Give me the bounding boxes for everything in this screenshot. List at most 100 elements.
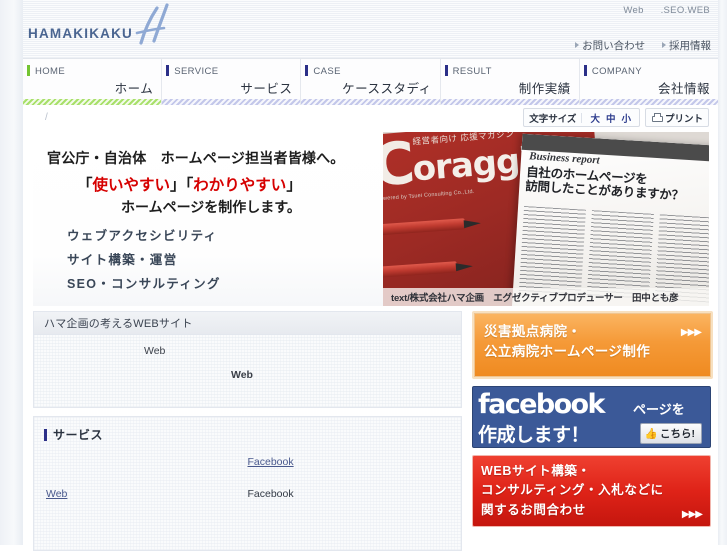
nav-item-company-ja: 会社情報 bbox=[658, 82, 711, 96]
page-sheet: HAMAKIKAKU Web .SEO.WEB お問い合わせ 採用情報 HOME… bbox=[23, 0, 719, 552]
hero-quote-open: 「 bbox=[77, 177, 93, 194]
banner-hospital-text: 災害拠点病院・ 公立病院ホームページ制作 bbox=[484, 322, 650, 363]
hero-line-2: 「使いやすい」「わかりやすい」 bbox=[77, 173, 302, 195]
logo-text: HAMAKIKAKU bbox=[28, 25, 133, 41]
nav-accent-bar bbox=[166, 65, 170, 76]
header-link-recruit[interactable]: 採用情報 bbox=[662, 40, 711, 52]
nav-item-result-ja: 制作実績 bbox=[518, 82, 571, 96]
header-links: お問い合わせ 採用情報 bbox=[561, 38, 711, 53]
site-logo[interactable]: HAMAKIKAKU bbox=[28, 3, 177, 50]
triple-arrow-icon: ▶▶▶ bbox=[681, 509, 703, 520]
nav-item-home-en: HOME bbox=[35, 66, 66, 77]
nav-item-service[interactable]: SERVICE サービス bbox=[162, 59, 302, 106]
service-link-facebook[interactable]: Facebook bbox=[248, 455, 300, 471]
nav-item-company-en: COMPANY bbox=[591, 66, 642, 77]
service-link-column-right: Facebook Facebook bbox=[248, 455, 450, 550]
list-item: Facebook bbox=[248, 455, 450, 471]
page-right-gutter bbox=[718, 0, 727, 545]
banner-web-inquiry-line-1: WEBサイト構築・ bbox=[481, 464, 591, 478]
banner-hospital-line-1: 災害拠点病院・ bbox=[484, 324, 582, 339]
panel-service: サービス Web Facebook Facebook bbox=[33, 416, 462, 552]
service-link-grid: Web Facebook Facebook bbox=[34, 451, 461, 550]
triangle-right-icon bbox=[575, 42, 580, 48]
hero-quote-mid: 」「 bbox=[170, 177, 194, 194]
list-item bbox=[248, 519, 450, 535]
nav-item-company[interactable]: COMPANY 会社情報 bbox=[579, 59, 719, 106]
nav-item-case[interactable]: CASE ケーススタディ bbox=[301, 59, 441, 106]
service-link-web[interactable]: Web bbox=[46, 487, 98, 503]
hero-highlight-2: わかりやすい bbox=[193, 177, 287, 194]
printer-icon bbox=[651, 113, 663, 122]
banner-web-inquiry[interactable]: WEBサイト構築・ コンサルティング・入札などに 関するお問合わせ ▶▶▶ bbox=[472, 455, 711, 527]
header-link-contact-label: お問い合わせ bbox=[582, 40, 646, 52]
magazine-page-white: Business report 自社のホームページを 訪問したことがありますか？ bbox=[511, 133, 709, 306]
banner-facebook[interactable]: facebook ページを 作成します！ 👍 こちら! bbox=[472, 386, 711, 448]
nav-item-home-ja: ホーム bbox=[114, 82, 154, 96]
hero-bullet-3: SEO・コンサルティング bbox=[67, 277, 221, 291]
global-navigation: HOME ホーム SERVICE サービス CASE ケーススタディ RESUL… bbox=[23, 58, 719, 106]
panel-web-site-concept: ハマ企画の考えるWEBサイト Web Web bbox=[33, 311, 462, 408]
header-utility-text: Web .SEO.WEB bbox=[609, 5, 710, 16]
hero-line-3: ホームページを制作します。 bbox=[121, 201, 301, 216]
nav-accent-bar bbox=[583, 65, 587, 76]
hero-quote-close: 」 bbox=[286, 177, 302, 194]
header-link-recruit-label: 採用情報 bbox=[669, 40, 711, 52]
banner-facebook-line-2: 作成します！ bbox=[478, 425, 590, 446]
main-left-column: ハマ企画の考えるWEBサイト Web Web サービス Web Facebook… bbox=[33, 311, 462, 559]
hero-bullet-1: ウェブアクセシビリティ bbox=[67, 229, 218, 243]
list-item bbox=[46, 455, 248, 471]
report-column bbox=[518, 205, 587, 295]
service-section-title: サービス bbox=[34, 417, 461, 451]
header-link-contact[interactable]: お問い合わせ bbox=[575, 40, 645, 52]
banner-hospital[interactable]: 災害拠点病院・ 公立病院ホームページ制作 ▶▶▶ bbox=[472, 311, 713, 379]
breadcrumb: / bbox=[45, 112, 48, 123]
page-root: HAMAKIKAKU Web .SEO.WEB お問い合わせ 採用情報 HOME… bbox=[0, 0, 727, 552]
nav-item-case-ja: ケーススタディ bbox=[342, 82, 432, 96]
header-utility-item-1: Web bbox=[623, 5, 644, 16]
font-size-label: 文字サイズ bbox=[529, 113, 577, 125]
panel-title: ハマ企画の考えるWEBサイト bbox=[34, 312, 461, 335]
hero-photo: C 経営者向け 応援マガジン oraggio!! Powered by Tsue… bbox=[383, 132, 709, 306]
header-utility-item-2: .SEO.WEB bbox=[660, 5, 710, 16]
print-button[interactable]: プリント bbox=[644, 108, 709, 127]
hero-text-block: 官公庁・自治体 ホームページ担当者皆様へ。 「使いやすい」「わかりやすい」 ホー… bbox=[33, 132, 385, 306]
page-left-gutter bbox=[0, 0, 23, 545]
banner-facebook-cta-label: こちら! bbox=[660, 428, 695, 440]
nav-accent-bar bbox=[444, 65, 448, 76]
panel-body: Web Web bbox=[34, 335, 461, 407]
font-size-medium-button[interactable]: 中 bbox=[606, 111, 616, 125]
nav-item-service-en: SERVICE bbox=[174, 66, 219, 77]
hero-banner[interactable]: 官公庁・自治体 ホームページ担当者皆様へ。 「使いやすい」「わかりやすい」 ホー… bbox=[33, 132, 709, 306]
triple-arrow-icon: ▶▶▶ bbox=[680, 327, 702, 338]
thumbs-up-icon: 👍 bbox=[644, 428, 658, 440]
list-item: Facebook bbox=[248, 487, 450, 503]
panel-line-2: Web bbox=[231, 369, 253, 381]
main-content: ハマ企画の考えるWEBサイト Web Web サービス Web Facebook… bbox=[33, 311, 713, 552]
hero-highlight-1: 使いやすい bbox=[92, 177, 171, 194]
nav-item-home[interactable]: HOME ホーム bbox=[23, 59, 163, 106]
print-label: プリント bbox=[664, 113, 703, 125]
service-link-column-left: Web bbox=[46, 455, 248, 550]
font-size-small-button[interactable]: 小 bbox=[621, 111, 631, 125]
banner-hospital-line-2: 公立病院ホームページ制作 bbox=[484, 344, 651, 360]
utility-bar: / 文字サイズ 大 中 小 プリント bbox=[23, 105, 718, 132]
divider bbox=[581, 112, 583, 123]
sidebar-banners: 災害拠点病院・ 公立病院ホームページ制作 ▶▶▶ facebook ページを 作… bbox=[472, 311, 713, 534]
hero-photo-caption: text/株式会社ハマ企画 エグゼクティブプロデューサー 田中とも彦 bbox=[383, 288, 709, 306]
hero-line-1: 官公庁・自治体 ホームページ担当者皆様へ。 bbox=[47, 152, 345, 167]
nav-item-result-en: RESULT bbox=[452, 66, 492, 77]
nav-accent-bar bbox=[27, 65, 30, 76]
font-size-large-button[interactable]: 大 bbox=[590, 111, 600, 125]
banner-facebook-cta-button[interactable]: 👍 こちら! bbox=[639, 423, 702, 444]
banner-web-inquiry-line-3: 関するお問合わせ bbox=[481, 502, 586, 517]
facebook-wordmark: facebook bbox=[478, 389, 605, 420]
service-text-facebook: Facebook bbox=[247, 487, 294, 500]
nav-item-result[interactable]: RESULT 制作実績 bbox=[440, 59, 580, 106]
report-headline: 自社のホームページを 訪問したことがありますか？ bbox=[524, 165, 685, 204]
list-item: Web bbox=[46, 487, 248, 503]
banner-facebook-line-1: ページを bbox=[633, 402, 685, 417]
font-size-control: 文字サイズ 大 中 小 bbox=[523, 108, 640, 127]
panel-line-1: Web bbox=[144, 345, 166, 357]
banner-web-inquiry-line-2: コンサルティング・入札などに bbox=[481, 483, 664, 498]
nav-item-service-ja: サービス bbox=[240, 82, 293, 96]
